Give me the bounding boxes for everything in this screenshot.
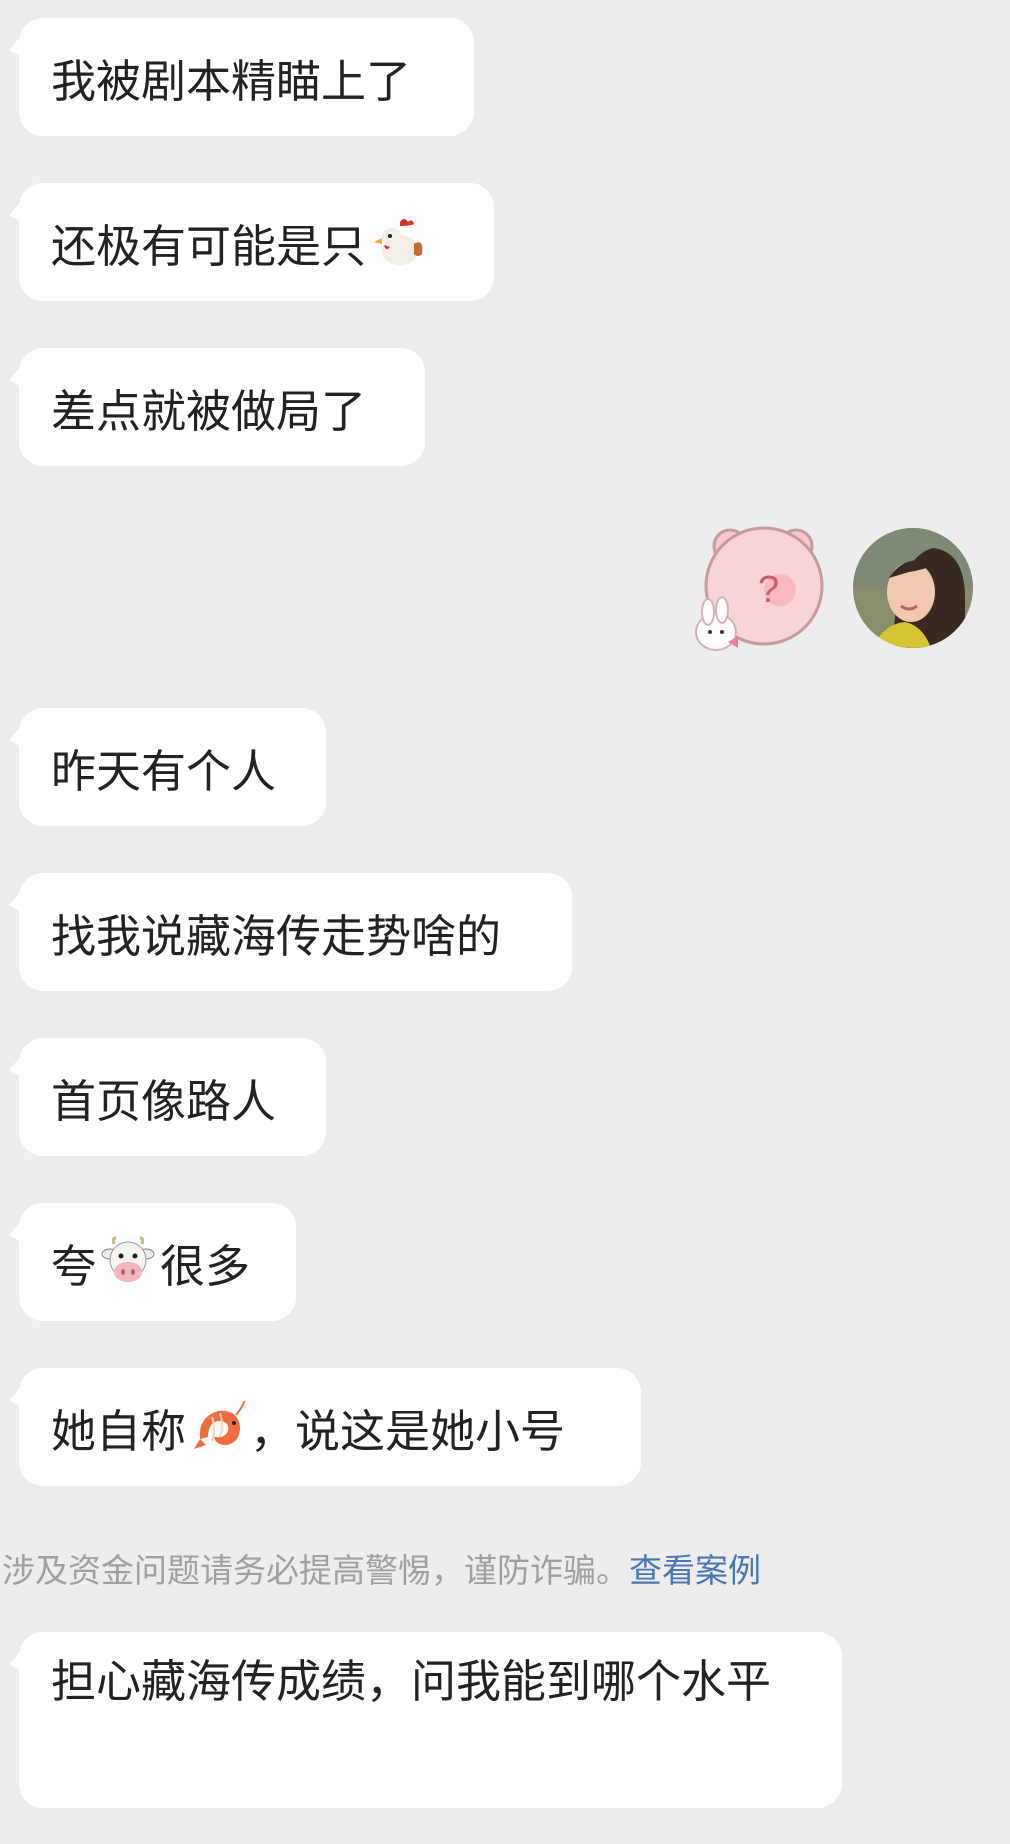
message-bubble[interactable]: 差点就被做局了 — [19, 348, 425, 466]
question-mark: ? — [758, 569, 779, 611]
message-bubble[interactable]: 担心藏海传成绩，问我能到哪个水平 — [19, 1632, 842, 1808]
message-text: 找我说藏海传走势啥的 — [51, 909, 502, 963]
message-text: 担心藏海传成绩，问我能到哪个水平 — [51, 1655, 772, 1708]
message-text: 她自称 — [51, 1404, 187, 1458]
cow-face-emoji — [101, 1236, 155, 1282]
shrimp-emoji — [194, 1400, 246, 1449]
view-cases-link[interactable]: 查看案例 — [629, 1551, 761, 1590]
message-bubble[interactable]: 首页像路人 — [19, 1038, 326, 1156]
message-text: ，说这是她小号 — [250, 1404, 566, 1458]
message-text: 差点就被做局了 — [51, 384, 367, 438]
fraud-warning-notice: 涉及资金问题请务必提高警惕，谨防诈骗。查看案例 — [2, 1544, 761, 1592]
message-text: 昨天有个人 — [51, 744, 277, 798]
message-bubble[interactable]: 我被剧本精瞄上了 — [19, 18, 474, 136]
message-text: 很多 — [160, 1239, 251, 1293]
message-bubble[interactable]: 昨天有个人 — [19, 708, 326, 826]
warning-text: 涉及资金问题请务必提高警惕，谨防诈骗。 — [2, 1551, 629, 1590]
message-text: 我被剧本精瞄上了 — [51, 54, 412, 108]
message-bubble[interactable]: 还极有可能是只 — [19, 183, 494, 301]
message-bubble[interactable]: 找我说藏海传走势啥的 — [19, 873, 572, 991]
message-text: 还极有可能是只 — [51, 219, 367, 273]
message-bubble[interactable]: 夸 很多 — [19, 1203, 296, 1321]
user-avatar-photo — [853, 528, 973, 648]
message-bubble[interactable]: 她自称 ，说这是她小号 — [19, 1368, 641, 1486]
message-text: 夸 — [51, 1239, 97, 1293]
message-text: 首页像路人 — [51, 1074, 277, 1128]
pink-bear-question-sticker[interactable]: ? — [690, 520, 838, 668]
rooster-emoji — [374, 219, 423, 265]
avatar[interactable] — [853, 528, 973, 648]
